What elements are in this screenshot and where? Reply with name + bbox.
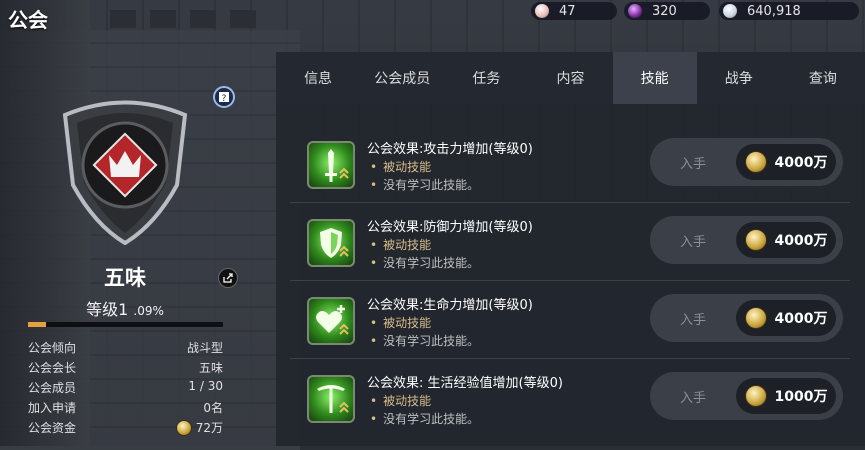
pickaxe-icon: [307, 375, 355, 423]
gold-coin-icon: [744, 229, 767, 251]
svg-text:?: ?: [222, 94, 227, 103]
info-row-leader: 公会会长 五味: [28, 359, 223, 376]
buy-skill-button[interactable]: 入手 4000万: [650, 138, 843, 186]
skill-type-line: • 被动技能: [370, 316, 432, 330]
info-label: 公会倾向: [28, 341, 77, 355]
silver-coin-icon: [723, 4, 737, 18]
info-value: 五味: [198, 361, 223, 375]
guild-level-percent: .09%: [133, 304, 164, 318]
skill-price: 4000万: [736, 222, 836, 258]
buy-label: 入手: [679, 312, 706, 328]
skill-status-line: • 没有学习此技能。: [370, 178, 480, 192]
info-row-tendency: 公会倾向 战斗型: [28, 339, 223, 356]
pearl-icon: [535, 4, 549, 18]
gold-coin-icon: [744, 385, 767, 407]
skill-row: 公会效果:攻击力增加(等级0) • 被动技能 • 没有学习此技能。 入手 4000万: [290, 126, 850, 203]
info-value: 1 / 30: [188, 379, 223, 393]
currency-pearl: 47: [531, 2, 617, 20]
skill-status-line: • 没有学习此技能。: [370, 412, 480, 426]
page-title: 公会: [8, 8, 48, 32]
heart-plus-icon: [307, 297, 355, 345]
guild-help-icon[interactable]: ?: [213, 86, 235, 108]
skill-status: 没有学习此技能。: [383, 334, 480, 348]
skill-status: 没有学习此技能。: [383, 412, 480, 426]
tab-skills[interactable]: 技能: [612, 52, 697, 104]
tab-query[interactable]: 查询: [781, 52, 865, 104]
skill-status-line: • 没有学习此技能。: [370, 334, 480, 348]
skill-row: 公会效果:防御力增加(等级0) • 被动技能 • 没有学习此技能。 入手 4000万: [290, 204, 850, 281]
skill-type: 被动技能: [383, 238, 432, 252]
guild-name: 五味: [104, 266, 146, 290]
currency-silver: 640,918: [719, 2, 859, 20]
info-row-members: 公会成员 1 / 30: [28, 379, 223, 396]
shield-icon: [307, 219, 355, 267]
buy-label: 入手: [679, 234, 706, 250]
skill-name: 公会效果: 生活经验值增加(等级0): [367, 376, 563, 391]
gold-coin-icon: [175, 419, 192, 436]
price-value: 4000万: [774, 311, 828, 327]
skill-name: 公会效果:生命力增加(等级0): [367, 298, 533, 313]
skill-status: 没有学习此技能。: [383, 178, 480, 192]
info-value-funds: 72万: [175, 419, 223, 436]
tab-members[interactable]: 公会成员: [360, 52, 444, 104]
tab-content[interactable]: 内容: [528, 52, 612, 104]
skill-price: 4000万: [736, 300, 836, 336]
price-value: 1000万: [774, 389, 828, 405]
skill-status-line: • 没有学习此技能。: [370, 256, 480, 270]
skill-type-line: • 被动技能: [370, 238, 432, 252]
skill-name: 公会效果:防御力增加(等级0): [367, 220, 533, 235]
gold-coin-icon: [744, 151, 767, 173]
info-row-funds: 公会资金 72万: [28, 419, 223, 436]
price-value: 4000万: [774, 155, 828, 171]
skill-row: 公会效果: 生活经验值增加(等级0) • 被动技能 • 没有学习此技能。 入手 10…: [290, 360, 850, 436]
info-label: 公会资金: [28, 421, 77, 435]
currency-value: 320: [652, 3, 677, 19]
currency-value: 640,918: [747, 3, 801, 19]
purple-gem-icon: [628, 4, 642, 18]
buy-label: 入手: [679, 390, 706, 406]
currency-purple-gem: 320: [624, 2, 710, 20]
skill-price: 4000万: [736, 144, 836, 180]
tab-info[interactable]: 信息: [276, 52, 360, 104]
buy-skill-button[interactable]: 入手 4000万: [650, 216, 843, 264]
info-label: 加入申请: [28, 401, 77, 415]
tab-bar: 信息 公会成员 任务 内容 技能 战争 查询: [276, 52, 865, 104]
share-icon[interactable]: [218, 268, 238, 288]
guild-emblem-icon: [62, 100, 188, 245]
info-value: 0名: [203, 401, 223, 415]
sword-icon: [307, 141, 355, 189]
info-label: 公会会长: [28, 361, 77, 375]
skill-type: 被动技能: [383, 160, 432, 174]
info-row-applications: 加入申请 0名: [28, 399, 223, 416]
tab-quests[interactable]: 任务: [444, 52, 528, 104]
skill-type: 被动技能: [383, 316, 432, 330]
skill-name: 公会效果:攻击力增加(等级0): [367, 142, 533, 157]
buy-skill-button[interactable]: 入手 4000万: [650, 294, 843, 342]
skill-status: 没有学习此技能。: [383, 256, 480, 270]
info-value: 战斗型: [186, 341, 223, 355]
guild-xp-fill: [28, 322, 46, 327]
info-value: 72万: [195, 421, 223, 435]
info-label: 公会成员: [28, 381, 77, 395]
skill-type-line: • 被动技能: [370, 160, 432, 174]
buy-label: 入手: [679, 156, 706, 172]
guild-level: 等级1 .09%: [60, 296, 190, 320]
skill-type-line: • 被动技能: [370, 394, 432, 408]
gold-coin-icon: [744, 307, 767, 329]
guild-level-text: 等级1: [86, 300, 129, 319]
skill-price: 1000万: [736, 378, 836, 414]
buy-skill-button[interactable]: 入手 1000万: [650, 372, 843, 420]
tab-war[interactable]: 战争: [697, 52, 781, 104]
skill-row: 公会效果:生命力增加(等级0) • 被动技能 • 没有学习此技能。 入手 4000万: [290, 282, 850, 359]
currency-value: 47: [559, 3, 576, 19]
price-value: 4000万: [774, 233, 828, 249]
guild-xp-bar: [28, 322, 223, 327]
skill-type: 被动技能: [383, 394, 432, 408]
